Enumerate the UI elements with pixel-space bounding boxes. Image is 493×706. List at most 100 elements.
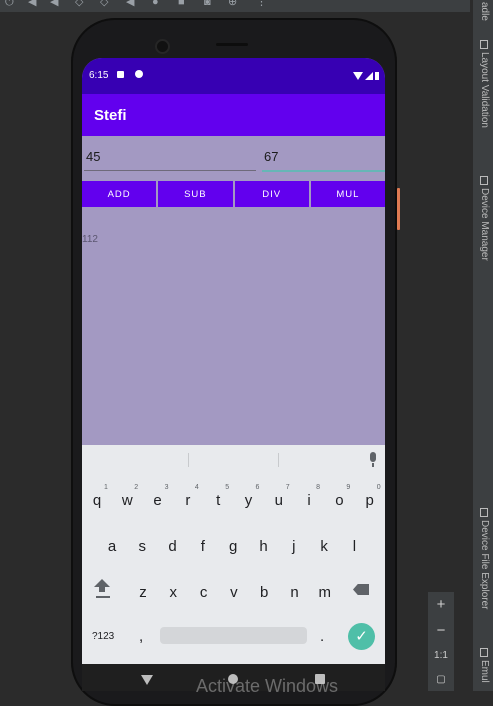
first-number-input[interactable]: 45: [84, 144, 256, 171]
key-x[interactable]: x: [158, 584, 188, 601]
camera-icon[interactable]: ◙: [204, 0, 211, 8]
key-n[interactable]: n: [280, 584, 310, 601]
signal-icon: [365, 71, 373, 80]
wifi-icon: [353, 71, 363, 80]
soft-keyboard: q1w2e3r4t5y6u7i8o9p0 asdfghjkl zxcvbnm ?12…: [82, 445, 385, 664]
key-hint-r: 4: [194, 484, 199, 491]
key-f[interactable]: f: [188, 538, 218, 555]
key-hint-y: 6: [255, 484, 260, 491]
earpiece: [216, 43, 248, 46]
key-hint-u: 7: [285, 484, 290, 491]
key-a[interactable]: a: [97, 538, 127, 555]
device-screen: 6:15 Stefi 45 67 ADD SUB DIV MUL 112 q1w…: [82, 58, 385, 664]
device-file-explorer-tab[interactable]: Device File Explorer: [479, 508, 490, 609]
battery-icon: [375, 71, 379, 80]
suggestion-strip: [82, 445, 385, 475]
status-time: 6:15: [89, 70, 109, 81]
suggestion-divider: [188, 453, 189, 467]
activate-windows-watermark: Activate Windows: [196, 676, 339, 696]
shift-underline: [96, 596, 110, 598]
key-k[interactable]: k: [309, 538, 339, 555]
key-j[interactable]: j: [279, 538, 309, 555]
status-bar: 6:15: [82, 58, 385, 94]
key-s[interactable]: s: [127, 538, 157, 555]
device-file-explorer-label: Device File Explorer: [479, 520, 490, 610]
key-hint-e: 3: [164, 484, 169, 491]
device-manager-icon: [480, 176, 488, 185]
volume-up-icon[interactable]: ◀: [28, 0, 36, 8]
back-icon[interactable]: ◀: [126, 0, 134, 8]
operation-buttons: ADD SUB DIV MUL: [82, 181, 385, 207]
rotate-right-icon[interactable]: ◇: [100, 0, 108, 8]
key-g[interactable]: g: [218, 538, 248, 555]
emulator-tab[interactable]: Emul: [479, 648, 490, 683]
app-bar: Stefi: [82, 94, 385, 136]
device-manager-tab[interactable]: Device Manager: [479, 176, 490, 261]
key-h[interactable]: h: [249, 538, 279, 555]
first-number-value: 45: [86, 149, 101, 164]
zoom-out-button[interactable]: −: [428, 622, 454, 639]
layout-validation-label: Layout Validation: [479, 52, 490, 128]
key-hint-i: 8: [316, 484, 320, 491]
key-y[interactable]: y: [234, 492, 264, 509]
zoom-in-button[interactable]: +: [428, 596, 454, 613]
power-icon[interactable]: ⏻: [5, 0, 14, 8]
key-q[interactable]: q: [82, 492, 112, 509]
key-m[interactable]: m: [310, 584, 340, 601]
result-text: 112: [82, 234, 98, 245]
key-u[interactable]: u: [264, 492, 294, 509]
gradle-tab-partial[interactable]: adle: [479, 2, 490, 21]
volume-down-icon[interactable]: ◀: [50, 0, 58, 8]
key-z[interactable]: z: [128, 584, 158, 601]
zoom-controls: + − 1:1 ▢: [428, 592, 454, 691]
key-e[interactable]: e: [143, 492, 173, 509]
zoom-icon[interactable]: ⊕: [228, 0, 237, 8]
key-p[interactable]: p: [355, 492, 385, 509]
mul-button[interactable]: MUL: [310, 181, 385, 207]
overview-icon[interactable]: ■: [178, 0, 185, 8]
front-camera: [155, 39, 170, 54]
fit-screen-icon[interactable]: ▢: [428, 674, 454, 685]
backspace-icon[interactable]: [353, 584, 369, 595]
emulator-toolbar: ⏻ ◀ ◀ ◇ ◇ ◀ ● ■ ◙ ⊕ ⋮: [0, 0, 470, 12]
key-i[interactable]: i: [294, 492, 324, 509]
period-key[interactable]: .: [320, 628, 324, 645]
microphone-icon[interactable]: [370, 452, 376, 467]
key-d[interactable]: d: [158, 538, 188, 555]
div-button[interactable]: DIV: [234, 181, 309, 207]
key-w[interactable]: w: [112, 492, 142, 509]
layout-validation-icon: [480, 40, 488, 49]
zoom-actual-size-button[interactable]: 1:1: [428, 650, 454, 661]
key-c[interactable]: c: [189, 584, 219, 601]
home-icon[interactable]: ●: [152, 0, 159, 8]
more-icon[interactable]: ⋮: [256, 0, 267, 8]
device-file-explorer-icon: [480, 508, 488, 517]
key-b[interactable]: b: [249, 584, 279, 601]
key-t[interactable]: t: [203, 492, 233, 509]
enter-key[interactable]: ✓: [348, 623, 375, 650]
key-o[interactable]: o: [324, 492, 354, 509]
key-v[interactable]: v: [219, 584, 249, 601]
add-button[interactable]: ADD: [82, 181, 157, 207]
tool-window-strip: adle Layout Validation Device Manager De…: [472, 0, 493, 691]
emulator-label: Emul: [479, 660, 490, 683]
nav-back-icon[interactable]: [141, 675, 153, 685]
key-r[interactable]: r: [173, 492, 203, 509]
symbols-key[interactable]: ?123: [92, 631, 114, 642]
comma-key[interactable]: ,: [139, 628, 143, 645]
suggestion-divider: [278, 453, 279, 467]
second-number-input[interactable]: 67: [262, 144, 385, 172]
space-key[interactable]: [160, 627, 307, 644]
app-title: Stefi: [94, 107, 127, 124]
app-notification-icon: [135, 70, 143, 78]
layout-validation-tab[interactable]: Layout Validation: [479, 40, 490, 128]
key-hint-t: 5: [225, 484, 230, 491]
key-l[interactable]: l: [339, 538, 369, 555]
status-indicators: [353, 70, 379, 80]
sub-button[interactable]: SUB: [158, 181, 233, 207]
rotate-left-icon[interactable]: ◇: [75, 0, 83, 8]
second-number-value: 67: [264, 149, 279, 164]
power-side-button[interactable]: [397, 188, 400, 230]
notification-icon: [117, 71, 124, 78]
shift-icon[interactable]: [94, 579, 110, 592]
